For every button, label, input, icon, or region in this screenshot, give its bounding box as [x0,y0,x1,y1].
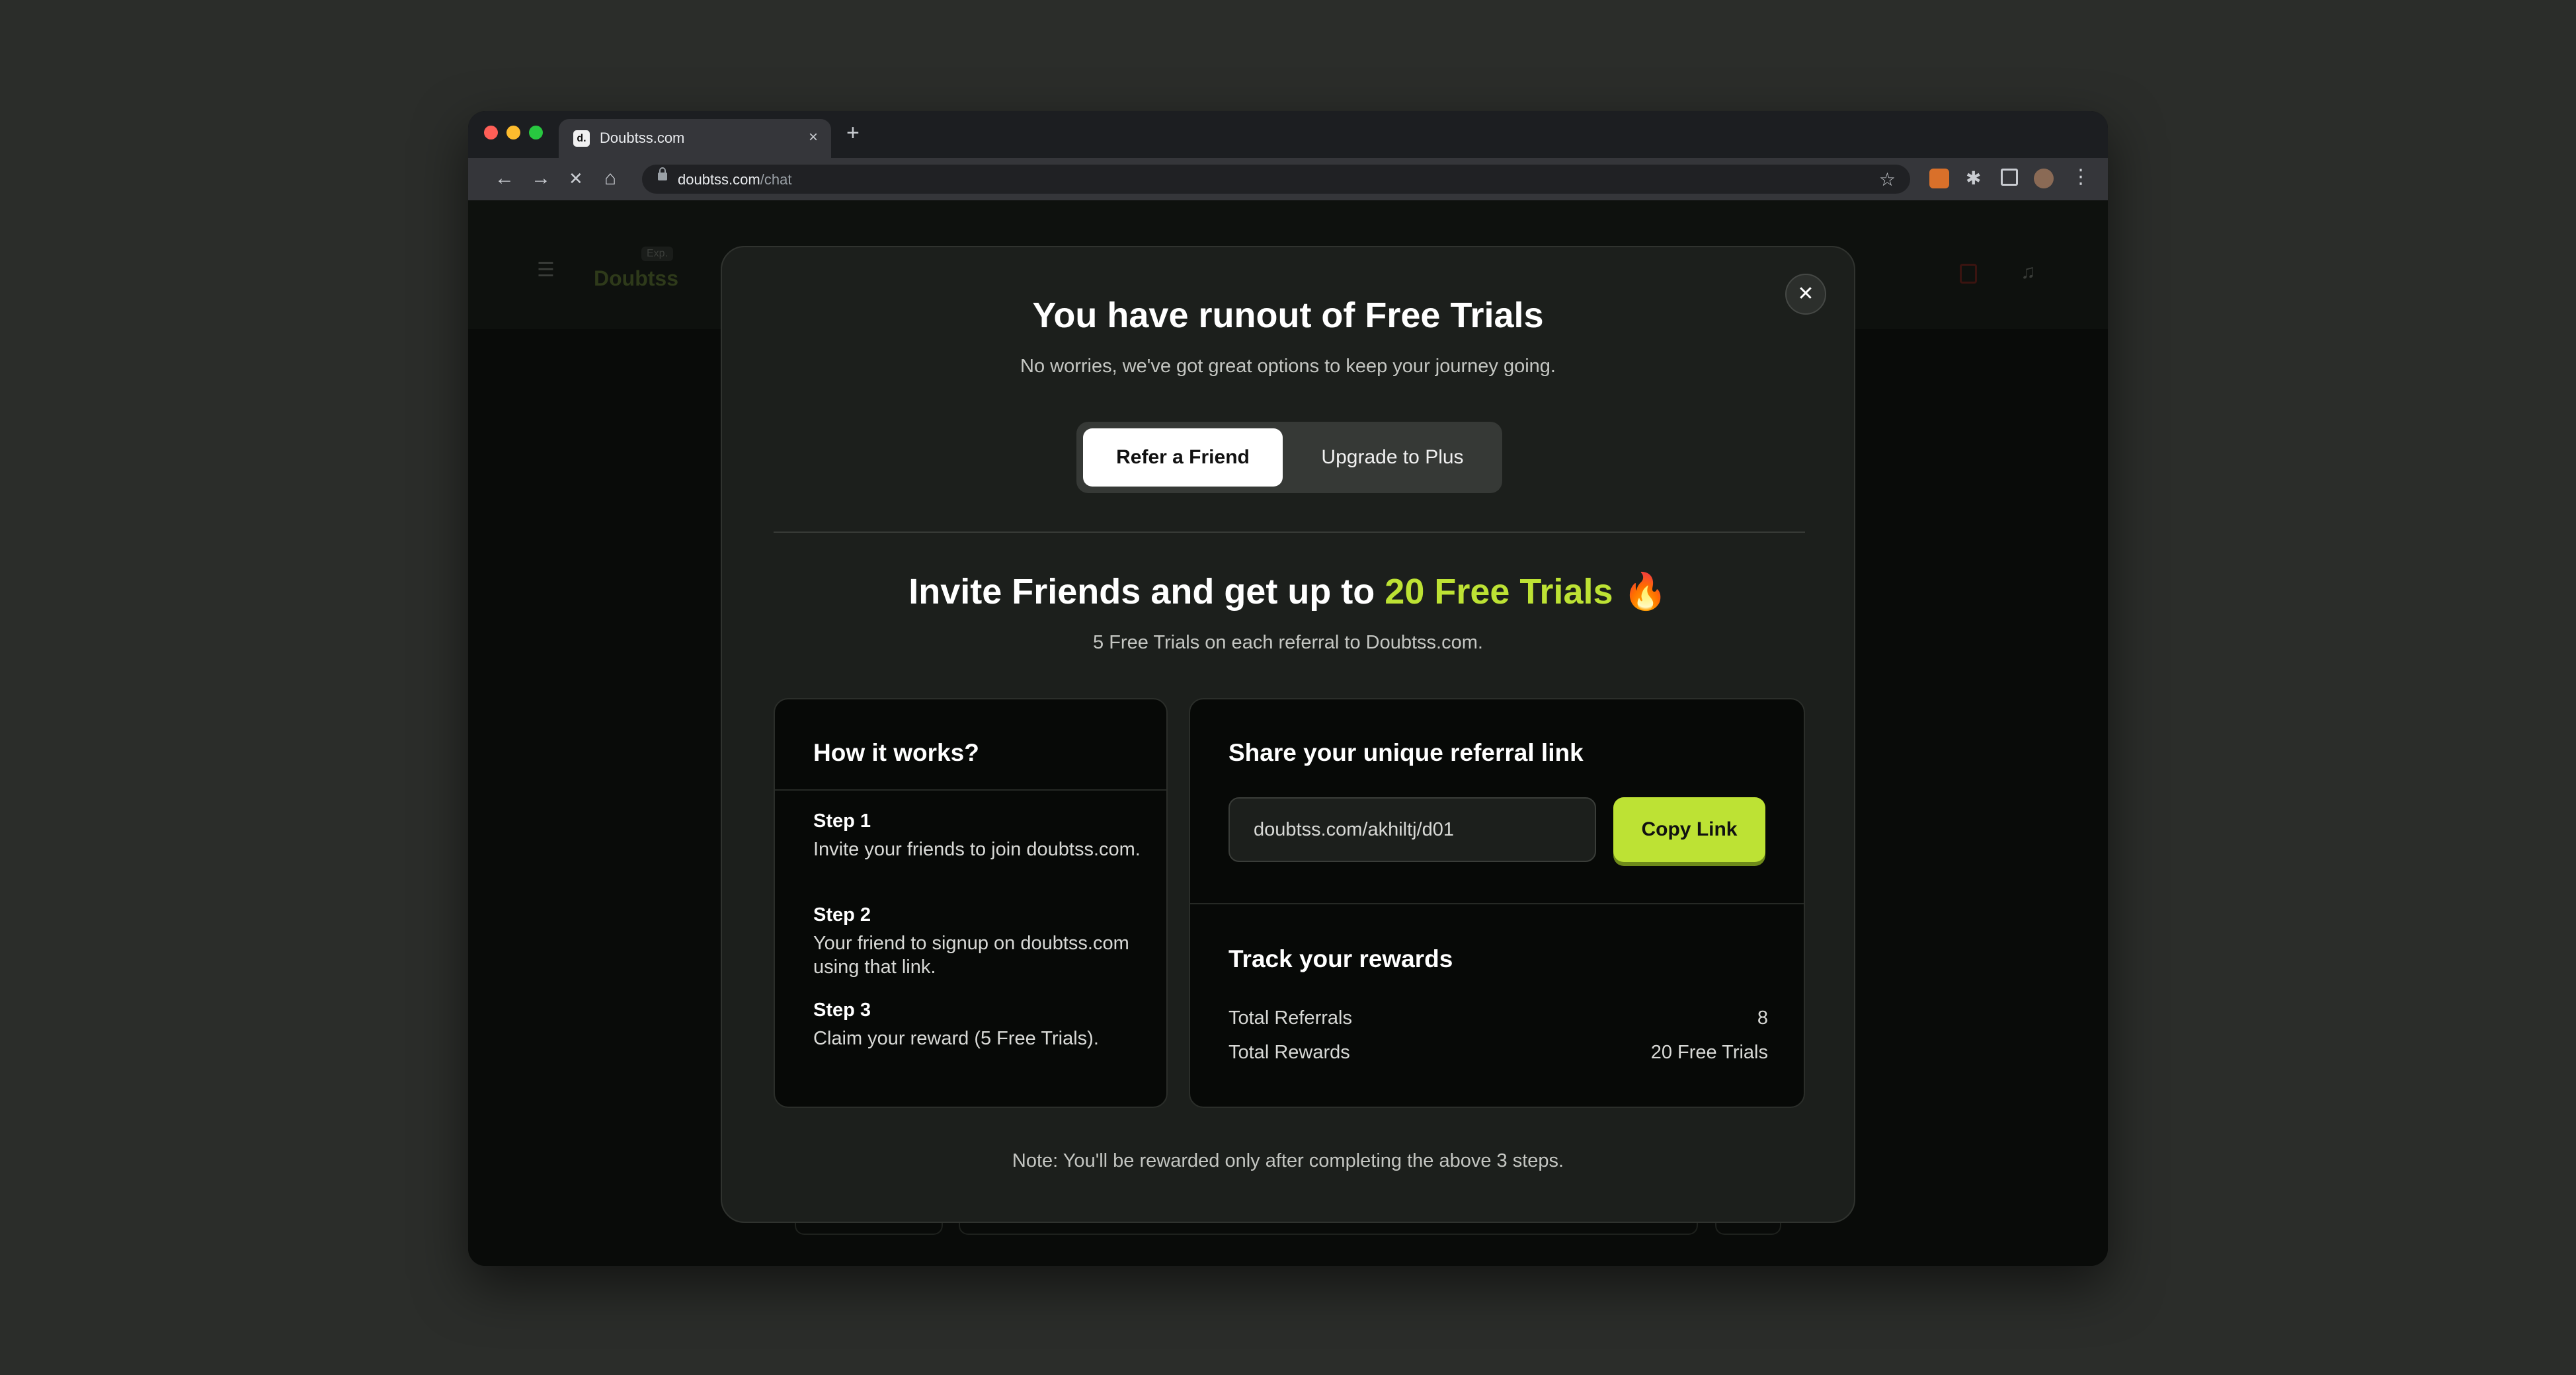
card-divider [1190,903,1804,904]
beta-badge: Exp. [641,247,674,261]
referral-link-field[interactable]: doubtss.com/akhiltj/d01 [1228,797,1596,862]
sidebar-icon[interactable] [2001,169,2018,186]
minimize-window-button[interactable] [506,126,520,139]
browser-toolbar: ← → ✕ ⌂ doubtss.com/chat ☆ ✱ ⋮ [468,158,2108,200]
invite-heading-accent: 20 Free Trials [1385,572,1613,611]
menu-icon[interactable]: ⋮ [2071,166,2091,188]
invite-subtitle: 5 Free Trials on each referral to Doubts… [1093,632,1483,653]
tab-bar: d. Doubtss.com × + [468,111,2108,158]
invite-heading: Invite Friends and get up to 20 Free Tri… [908,572,1668,611]
track-rewards-title: Track your rewards [1228,945,1453,972]
how-it-works-title: How it works? [813,739,979,766]
step-label: Step 3 [813,1000,871,1021]
app-logo: Doubtss [594,266,678,290]
back-icon[interactable]: ← [495,167,514,190]
tab-upgrade-to-plus[interactable]: Upgrade to Plus [1289,428,1496,487]
divider [774,531,1805,533]
reward-label: Total Rewards [1228,1042,1350,1063]
gift-icon[interactable] [1960,264,1977,284]
extension-icon[interactable] [1929,169,1949,188]
maximize-window-button[interactable] [529,126,543,139]
step-label: Step 1 [813,810,871,832]
profile-avatar[interactable] [2034,169,2054,188]
copy-link-button[interactable]: Copy Link [1613,797,1765,862]
modal-subtitle: No worries, we've got great options to k… [1020,356,1556,377]
lock-icon [658,167,667,180]
how-it-works-card: How it works? Step 1 Invite your friends… [774,698,1168,1108]
tab-title: Doubtss.com [600,130,685,146]
reward-value: 8 [1757,1007,1768,1029]
star-icon[interactable]: ☆ [1879,169,1896,190]
share-link-title: Share your unique referral link [1228,739,1584,766]
step-item: Step 1 Invite your friends to join doubt… [813,810,1144,861]
close-window-button[interactable] [484,126,498,139]
hamburger-menu-icon[interactable]: ☰ [537,258,555,282]
step-item: Step 3 Claim your reward (5 Free Trials)… [813,1000,1144,1050]
browser-tab[interactable]: d. Doubtss.com × [559,119,831,158]
home-icon[interactable]: ⌂ [604,167,616,190]
bell-icon[interactable]: ♫ [2021,261,2036,284]
reward-note: Note: You'll be rewarded only after comp… [1012,1150,1564,1171]
forward-icon[interactable]: → [531,167,551,190]
modal-title: You have runout of Free Trials [1032,295,1544,335]
referral-card: Share your unique referral link doubtss.… [1189,698,1805,1108]
puzzle-icon[interactable]: ✱ [1966,169,1986,188]
url-text: doubtss.com/chat [678,171,792,188]
fire-icon: 🔥 [1613,572,1668,611]
new-tab-button[interactable]: + [846,122,860,144]
step-text: Invite your friends to join doubtss.com. [813,839,1141,860]
reward-label: Total Referrals [1228,1007,1352,1029]
total-rewards-row: Total Rewards 20 Free Trials [1228,1042,1768,1064]
step-text: Your friend to signup on doubtss.com usi… [813,933,1129,978]
reward-value: 20 Free Trials [1650,1042,1768,1063]
step-text: Claim your reward (5 Free Trials). [813,1028,1099,1049]
address-bar[interactable]: doubtss.com/chat ☆ [642,165,1910,194]
step-label: Step 2 [813,904,871,925]
tab-close-icon[interactable]: × [809,128,818,147]
step-item: Step 2 Your friend to signup on doubtss.… [813,904,1144,979]
total-referrals-row: Total Referrals 8 [1228,1007,1768,1029]
out-of-trials-modal: ✕ You have runout of Free Trials No worr… [721,246,1855,1223]
favicon-icon: d. [573,130,590,147]
tab-refer-a-friend[interactable]: Refer a Friend [1083,428,1283,487]
stop-loading-icon[interactable]: ✕ [569,167,583,190]
card-divider [775,789,1166,791]
option-tabs: Refer a Friend Upgrade to Plus [1076,422,1502,493]
